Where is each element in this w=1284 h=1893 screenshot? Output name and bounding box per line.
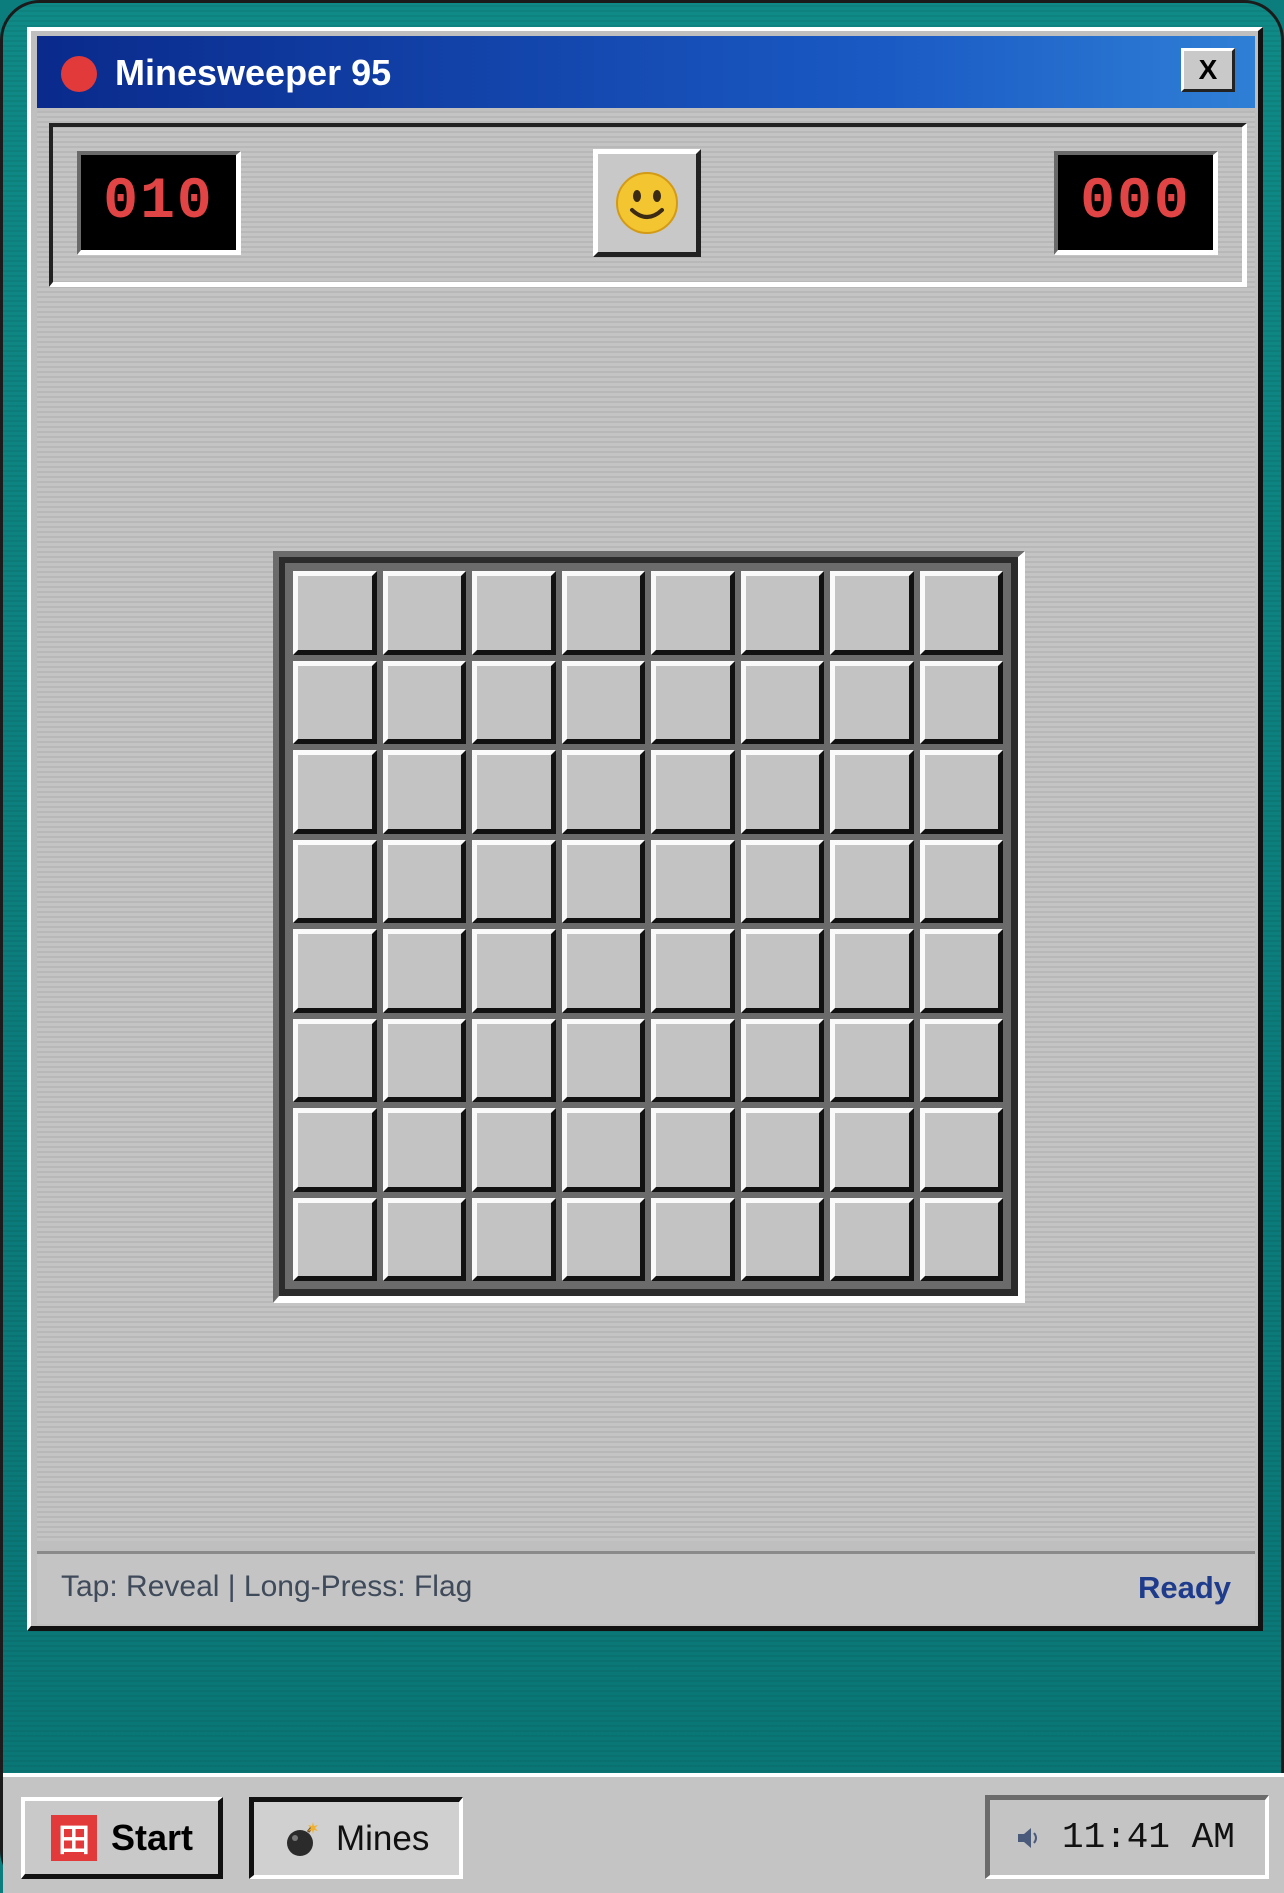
board-cell-r1-c1[interactable]	[293, 571, 377, 655]
board-cell-r2-c2[interactable]	[382, 660, 466, 744]
board-cell-r3-c2[interactable]	[382, 750, 466, 834]
board-cell-r8-c2[interactable]	[382, 1197, 466, 1281]
clock: 11:41 AM	[1062, 1817, 1235, 1858]
start-label: Start	[111, 1816, 194, 1858]
board-cell-r8-c8[interactable]	[919, 1197, 1003, 1281]
board-cell-r5-c7[interactable]	[830, 929, 914, 1013]
board-cell-r5-c5[interactable]	[651, 929, 735, 1013]
board-cell-r4-c7[interactable]	[830, 839, 914, 923]
board-cell-r3-c7[interactable]	[830, 750, 914, 834]
minesweeper-window: Minesweeper 95 X 010 000 Tap: Reveal | L…	[27, 27, 1263, 1631]
board-cell-r1-c4[interactable]	[561, 571, 645, 655]
taskbar-item-label: Mines	[336, 1818, 430, 1858]
smiley-face-icon	[616, 172, 678, 234]
board-cell-r6-c1[interactable]	[293, 1018, 377, 1102]
bomb-icon	[287, 1821, 318, 1856]
board-cell-r7-c7[interactable]	[830, 1108, 914, 1192]
board-cell-r8-c4[interactable]	[561, 1197, 645, 1281]
board-cell-r8-c6[interactable]	[740, 1197, 824, 1281]
board-cell-r5-c4[interactable]	[561, 929, 645, 1013]
board-cell-r7-c8[interactable]	[919, 1108, 1003, 1192]
board-cell-r7-c5[interactable]	[651, 1108, 735, 1192]
board-cell-r6-c5[interactable]	[651, 1018, 735, 1102]
board-cell-r7-c2[interactable]	[382, 1108, 466, 1192]
board-cell-r8-c5[interactable]	[651, 1197, 735, 1281]
close-button[interactable]: X	[1181, 48, 1235, 92]
system-tray: 11:41 AM	[985, 1795, 1269, 1879]
board-cell-r5-c3[interactable]	[472, 929, 556, 1013]
game-status: Ready	[1137, 1570, 1231, 1605]
board-cell-r2-c6[interactable]	[740, 660, 824, 744]
board-cell-r7-c1[interactable]	[293, 1108, 377, 1192]
mines-counter: 010	[77, 151, 241, 255]
board-cell-r4-c2[interactable]	[382, 839, 466, 923]
status-bar: Tap: Reveal | Long-Press: Flag Ready	[37, 1551, 1255, 1624]
board-cell-r8-c7[interactable]	[830, 1197, 914, 1281]
board-cell-r2-c1[interactable]	[293, 660, 377, 744]
board-cell-r2-c3[interactable]	[472, 660, 556, 744]
board-cell-r4-c5[interactable]	[651, 839, 735, 923]
title-bar[interactable]: Minesweeper 95 X	[37, 36, 1255, 108]
board-cell-r3-c6[interactable]	[740, 750, 824, 834]
board-cell-r1-c5[interactable]	[651, 571, 735, 655]
board-cell-r5-c1[interactable]	[293, 929, 377, 1013]
board-cell-r3-c4[interactable]	[561, 750, 645, 834]
board-cell-r6-c2[interactable]	[382, 1018, 466, 1102]
board-cell-r6-c6[interactable]	[740, 1018, 824, 1102]
board-cell-r7-c4[interactable]	[561, 1108, 645, 1192]
board-cell-r4-c4[interactable]	[561, 839, 645, 923]
app-icon	[61, 56, 97, 92]
board-cell-r1-c6[interactable]	[740, 571, 824, 655]
board-cell-r4-c3[interactable]	[472, 839, 556, 923]
speaker-icon[interactable]	[1014, 1823, 1044, 1853]
board-cell-r4-c8[interactable]	[919, 839, 1003, 923]
board-cell-r7-c3[interactable]	[472, 1108, 556, 1192]
board-cell-r2-c8[interactable]	[919, 660, 1003, 744]
board-frame	[273, 551, 1025, 1303]
taskbar: 田 Start Mines 11:41 AM	[3, 1773, 1284, 1893]
desktop: Minesweeper 95 X 010 000 Tap: Reveal | L…	[0, 0, 1284, 1893]
board-cell-r3-c5[interactable]	[651, 750, 735, 834]
board-cell-r6-c4[interactable]	[561, 1018, 645, 1102]
board-cell-r8-c1[interactable]	[293, 1197, 377, 1281]
board-cell-r6-c8[interactable]	[919, 1018, 1003, 1102]
board-cell-r5-c8[interactable]	[919, 929, 1003, 1013]
board-cell-r4-c1[interactable]	[293, 839, 377, 923]
board-cell-r2-c4[interactable]	[561, 660, 645, 744]
controls-hint: Tap: Reveal | Long-Press: Flag	[61, 1570, 473, 1603]
taskbar-item-mines[interactable]: Mines	[249, 1797, 463, 1879]
board-cell-r8-c3[interactable]	[472, 1197, 556, 1281]
board-cell-r1-c2[interactable]	[382, 571, 466, 655]
mine-board	[285, 563, 1011, 1289]
board-cell-r5-c6[interactable]	[740, 929, 824, 1013]
board-cell-r3-c8[interactable]	[919, 750, 1003, 834]
start-icon: 田	[51, 1814, 97, 1861]
board-cell-r3-c3[interactable]	[472, 750, 556, 834]
board-cell-r6-c3[interactable]	[472, 1018, 556, 1102]
board-cell-r6-c7[interactable]	[830, 1018, 914, 1102]
board-cell-r1-c8[interactable]	[919, 571, 1003, 655]
start-button[interactable]: 田 Start	[21, 1797, 223, 1879]
board-cell-r1-c3[interactable]	[472, 571, 556, 655]
game-header: 010 000	[49, 123, 1247, 287]
board-cell-r2-c7[interactable]	[830, 660, 914, 744]
reset-button[interactable]	[593, 149, 701, 257]
board-cell-r2-c5[interactable]	[651, 660, 735, 744]
timer-counter: 000	[1054, 151, 1218, 255]
board-cell-r7-c6[interactable]	[740, 1108, 824, 1192]
game-area: 010 000	[37, 111, 1255, 1541]
window-title: Minesweeper 95	[115, 52, 392, 93]
board-cell-r4-c6[interactable]	[740, 839, 824, 923]
board-cell-r5-c2[interactable]	[382, 929, 466, 1013]
board-cell-r1-c7[interactable]	[830, 571, 914, 655]
board-cell-r3-c1[interactable]	[293, 750, 377, 834]
